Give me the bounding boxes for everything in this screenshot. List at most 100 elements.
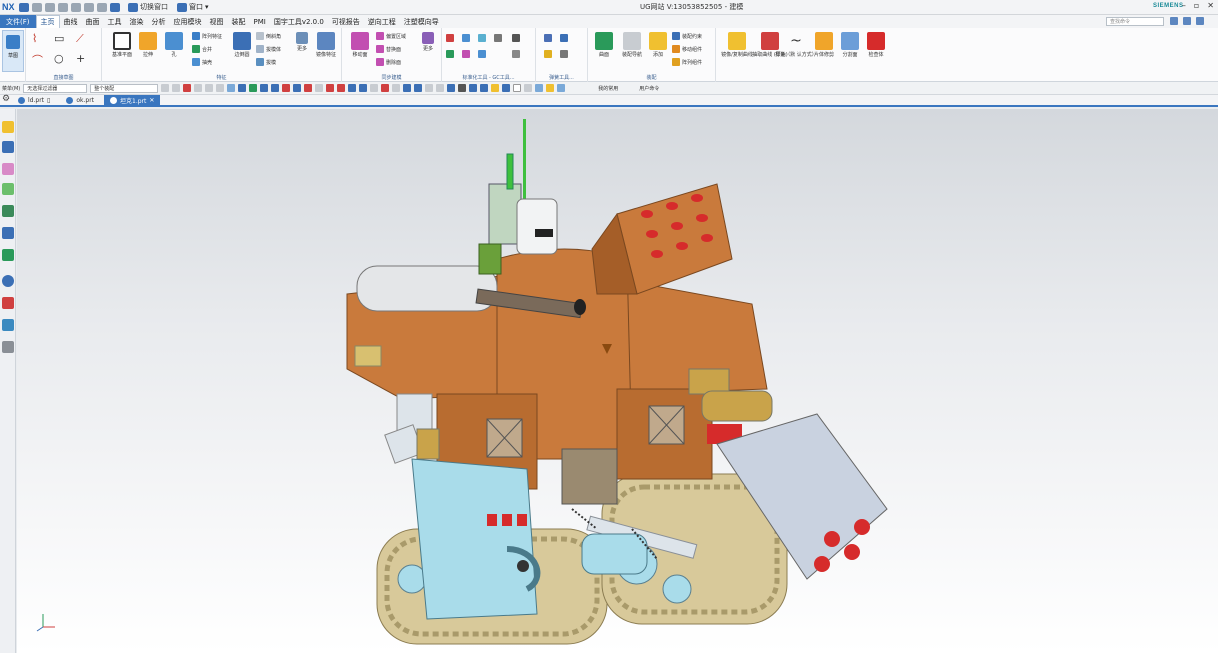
move-face-button[interactable]: 移动面 <box>346 32 374 58</box>
zoom-icon[interactable] <box>403 84 412 92</box>
spring-tool-2[interactable] <box>560 34 568 42</box>
material-icon[interactable] <box>557 84 566 92</box>
tab-pmi[interactable]: PMI <box>250 15 270 28</box>
tab-home[interactable]: 主页 <box>35 15 60 28</box>
end-point-icon[interactable] <box>282 84 291 92</box>
tab-reverse-engineering[interactable]: 逆向工程 <box>364 15 400 28</box>
mirror-feature-button[interactable]: 镜像特征 <box>312 32 340 58</box>
close-tab-icon[interactable]: ✕ <box>149 97 154 104</box>
mirror-curve-button[interactable]: 镜像/复制曲线 <box>720 32 754 58</box>
tab-render[interactable]: 渲染 <box>126 15 148 28</box>
tab-applications[interactable]: 应用模块 <box>170 15 206 28</box>
delete-face-button[interactable]: 删除面 <box>376 58 401 66</box>
tab-view[interactable]: 视图 <box>206 15 228 28</box>
snap-point-icon[interactable] <box>183 84 192 92</box>
quadrant-icon[interactable] <box>337 84 346 92</box>
perspective-icon[interactable] <box>436 84 445 92</box>
gear-icon[interactable]: ⚙ <box>0 93 12 105</box>
std-tool-6[interactable] <box>462 50 470 58</box>
std-tool-2[interactable] <box>462 34 470 42</box>
tank-robot-model[interactable] <box>17 109 1218 653</box>
orient-view-icon[interactable] <box>447 84 456 92</box>
gear-design-2[interactable] <box>512 50 520 58</box>
point-on-curve-icon[interactable] <box>359 84 368 92</box>
tab-tools[interactable]: 工具 <box>104 15 126 28</box>
doc-tab-ok[interactable]: ok.prt <box>60 95 100 105</box>
assembly-navigator-icon[interactable] <box>2 121 14 133</box>
unite-button[interactable]: 合并 <box>192 45 212 53</box>
chamfer-button[interactable]: 倒斜角 <box>256 32 281 40</box>
arc-center-icon[interactable] <box>326 84 335 92</box>
save-icon[interactable] <box>19 2 29 12</box>
spline-button[interactable]: ~ 样条（默 认方式） <box>775 32 817 58</box>
draft-button[interactable]: 拔模体 <box>256 45 281 53</box>
check-body-button[interactable]: 检查体 <box>862 32 890 58</box>
std-tool-1[interactable] <box>446 34 454 42</box>
graphics-window[interactable] <box>17 109 1218 653</box>
light-icon[interactable] <box>546 84 555 92</box>
component-icon[interactable] <box>194 84 203 92</box>
type-filter-select[interactable]: 无选择过滤器 <box>23 83 88 93</box>
selection-scope-select[interactable]: 整个装配 <box>90 83 159 93</box>
switch-window-button[interactable]: 切换窗口 <box>125 2 168 12</box>
undo-icon[interactable] <box>32 2 42 12</box>
file-menu-button[interactable]: 文件(F) <box>0 15 36 28</box>
render-style-icon[interactable] <box>458 84 467 92</box>
line-icon[interactable]: ⟋ <box>76 32 84 46</box>
repeat-command-icon[interactable] <box>97 2 107 12</box>
doc-tab-tank[interactable]: 坦克1.prt ✕ <box>104 95 161 105</box>
touch-mode-icon[interactable] <box>110 2 120 12</box>
control-point-icon[interactable] <box>304 84 313 92</box>
rectangle-select-icon[interactable] <box>216 84 225 92</box>
reuse-library-icon[interactable] <box>2 183 14 195</box>
minimize-button[interactable]: – <box>1182 1 1186 10</box>
web-browser-icon[interactable] <box>2 205 14 217</box>
part-navigator-icon[interactable] <box>2 163 14 175</box>
point-on-face-icon[interactable] <box>370 84 379 92</box>
help-icon[interactable] <box>1170 17 1178 25</box>
feature-select-icon[interactable] <box>205 84 214 92</box>
sketch-button[interactable]: 草图 <box>2 30 24 72</box>
window-menu-button[interactable]: 窗口 ▾ <box>174 2 209 12</box>
tab-assembly[interactable]: 装配 <box>228 15 250 28</box>
ribbon-options-icon[interactable] <box>1183 17 1191 25</box>
body-select-icon[interactable] <box>238 84 247 92</box>
spring-tool-3[interactable] <box>544 50 552 58</box>
restore-button[interactable]: ▫ <box>1194 1 1199 10</box>
std-tool-3[interactable] <box>478 34 486 42</box>
replace-face-button[interactable]: 替换面 <box>376 45 401 53</box>
background-icon[interactable] <box>513 84 522 92</box>
process-studio-icon[interactable] <box>2 249 14 261</box>
gear-design-1[interactable] <box>512 34 520 42</box>
mold-wizard-icon[interactable] <box>2 341 14 353</box>
move-component-button[interactable]: 移动组件 <box>672 45 702 53</box>
show-hide-icon[interactable] <box>502 84 511 92</box>
doc-tab-ld[interactable]: ld.prt ▯ <box>12 95 56 105</box>
offset-region-button[interactable]: 偏置区域 <box>376 32 406 40</box>
system-scene-icon[interactable] <box>2 319 14 331</box>
fit-icon[interactable] <box>392 84 401 92</box>
clock-icon[interactable] <box>2 275 14 287</box>
redo-icon[interactable] <box>45 2 55 12</box>
std-tool-5[interactable] <box>446 50 454 58</box>
shell-button[interactable]: 抽壳 <box>192 58 212 66</box>
copy-icon[interactable] <box>71 2 81 12</box>
sync-more-button[interactable]: 更多 <box>414 32 442 52</box>
tab-mold-wizard[interactable]: 注塑模向导 <box>400 15 443 28</box>
existing-point-icon[interactable] <box>348 84 357 92</box>
fullscreen-icon[interactable] <box>1196 17 1204 25</box>
highlight-icon[interactable] <box>491 84 500 92</box>
main-menu-button[interactable]: 菜单(M) <box>2 85 20 92</box>
pan-icon[interactable] <box>425 84 434 92</box>
circle-icon[interactable]: ○ <box>54 52 64 65</box>
tab-analysis[interactable]: 分析 <box>148 15 170 28</box>
command-search-input[interactable]: 查找命令 <box>1106 17 1164 26</box>
clip-section-icon[interactable] <box>480 84 489 92</box>
assembly-navigator-button[interactable]: 装配导航 <box>618 32 646 58</box>
paste-icon[interactable] <box>84 2 94 12</box>
std-tool-4[interactable] <box>494 34 502 42</box>
face-select-icon[interactable] <box>227 84 236 92</box>
datum-plane-button[interactable]: 基准平面 <box>108 32 136 58</box>
point-icon[interactable]: + <box>76 52 85 65</box>
hole-button[interactable]: 孔 <box>160 32 188 58</box>
